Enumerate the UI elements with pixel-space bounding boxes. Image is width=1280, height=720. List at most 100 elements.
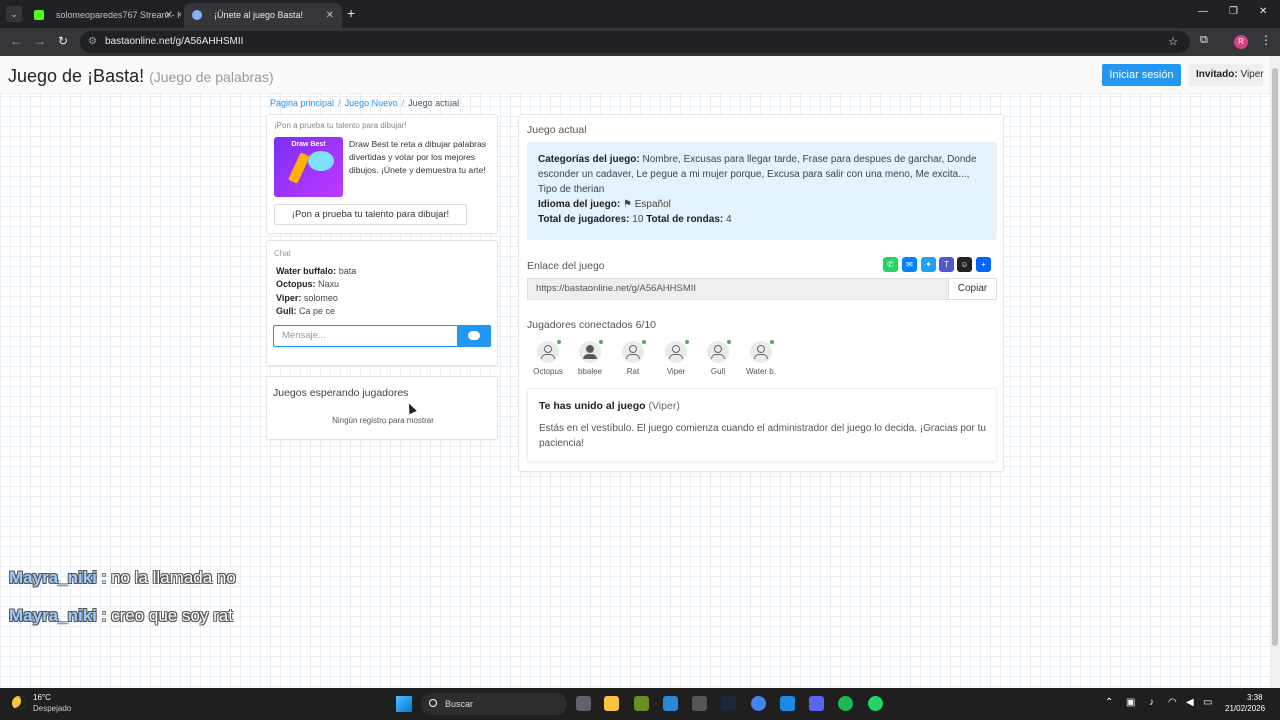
breadcrumb-new-game-link[interactable]: Juego Nuevo — [345, 98, 398, 108]
current-game-heading: Juego actual — [527, 124, 587, 136]
language-line: Idioma del juego: ⚑ Español — [538, 197, 986, 212]
browser-tab-basta[interactable]: ¡Únete al juego Basta! ✕ — [184, 3, 342, 28]
player-name: Octopus — [533, 367, 563, 376]
maximize-icon[interactable]: ❐ — [1229, 6, 1238, 17]
taskbar-search-label: Buscar — [445, 699, 474, 709]
chat-user: Octopus: — [276, 279, 316, 289]
breadcrumb: Página principal / Juego Nuevo / Juego actua… — [270, 98, 459, 108]
reload-icon[interactable]: ↻ — [58, 34, 68, 48]
snapchat-icon[interactable]: ☺ — [957, 257, 972, 272]
whatsapp-taskbar-icon[interactable] — [868, 696, 883, 711]
ad-description: Draw Best te reta a dibujar palabras div… — [349, 139, 487, 175]
categories-line: Categorías del juego: Nombre, Excusas pa… — [538, 152, 986, 197]
browser-tab-stream[interactable]: solomeoparedes767 Stream - K ✕ — [26, 3, 181, 28]
chat-send-button[interactable] — [457, 325, 491, 347]
kick-favicon-icon — [34, 10, 44, 20]
page-scrollbar-thumb[interactable] — [1272, 68, 1278, 646]
extensions-icon[interactable]: ⧉ — [1200, 34, 1208, 47]
windows-taskbar: 16°C Despejado Buscar ⌃ ▣ ♪ ◠ ◀ ▭ 3:38 2… — [0, 688, 1280, 720]
user-icon — [579, 340, 603, 363]
player-avatar: Water b. — [741, 340, 781, 376]
microphone-icon[interactable]: ♪ — [1149, 697, 1154, 708]
chat-text: solomeo — [303, 293, 338, 303]
tab-title: ¡Únete al juego Basta! — [214, 10, 304, 20]
site-header: Juego de ¡Basta! (Juego de palabras) Ini… — [0, 56, 1270, 94]
new-tab-icon[interactable]: + — [347, 5, 355, 21]
chat-card: Chat Water buffalo: bata Octopus: Naxu V… — [266, 240, 498, 366]
steam-icon[interactable] — [721, 696, 736, 711]
site-info-icon[interactable]: ⚙ — [88, 31, 97, 53]
photos-icon[interactable] — [663, 696, 678, 711]
close-tab-icon[interactable]: ✕ — [326, 3, 334, 28]
bookmark-star-icon[interactable]: ☆ — [1168, 31, 1178, 53]
close-tab-icon[interactable]: ✕ — [165, 3, 173, 28]
messenger-icon[interactable]: ✉ — [902, 257, 917, 272]
player-avatar: Gull — [698, 340, 738, 376]
breadcrumb-current: Juego actual — [408, 98, 460, 108]
chat-message: Water buffalo: bata — [276, 266, 356, 276]
players-total-label: Total de jugadores: — [538, 214, 630, 225]
volume-icon[interactable]: ◀ — [1186, 697, 1194, 708]
tab-search-button[interactable]: ⌄ — [6, 6, 22, 22]
stream-chat-overlay-line: Mayra_niki : no la llamada no — [9, 568, 236, 588]
whatsapp-icon[interactable]: ✆ — [883, 257, 898, 272]
tray-chevron-icon[interactable]: ⌃ — [1105, 697, 1113, 708]
weather-condition: Despejado — [33, 704, 72, 713]
draw-best-image[interactable]: Draw Best — [274, 137, 343, 197]
guest-name: Viper — [1240, 69, 1264, 80]
profile-avatar[interactable]: R — [1234, 35, 1248, 49]
back-icon[interactable]: ← — [10, 34, 22, 48]
battery-icon[interactable]: ▭ — [1203, 697, 1212, 708]
moon-icon[interactable] — [12, 696, 26, 710]
file-explorer-icon[interactable] — [604, 696, 619, 711]
chat-user: Viper: — [276, 293, 302, 303]
twitter-icon[interactable]: ✦ — [921, 257, 936, 272]
forward-icon[interactable]: → — [34, 34, 46, 48]
clock-time[interactable]: 3:38 — [1247, 693, 1263, 702]
player-name: bbalee — [577, 367, 603, 376]
player-name: Water b. — [746, 367, 776, 376]
info-app-icon[interactable] — [780, 696, 795, 711]
url-text: bastaonline.net/g/A56AHHSMII — [105, 36, 244, 47]
browser-menu-icon[interactable]: ⋮ — [1260, 33, 1272, 47]
spotify-icon[interactable] — [838, 696, 853, 711]
teams-icon[interactable]: T — [939, 257, 954, 272]
task-view-icon[interactable] — [576, 696, 591, 711]
overlay-user: Mayra_niki — [9, 606, 97, 625]
discord-icon[interactable] — [809, 696, 824, 711]
current-game-card: Juego actual Categorías del juego: Nombr… — [518, 114, 1004, 472]
chat-text: Ca pe ce — [299, 306, 336, 316]
share-plus-icon[interactable]: + — [976, 257, 991, 272]
categories-label: Categorías del juego: — [538, 154, 640, 165]
close-window-icon[interactable]: ✕ — [1259, 6, 1267, 17]
wifi-icon[interactable]: ◠ — [1168, 697, 1177, 708]
breadcrumb-home-link[interactable]: Página principal — [270, 98, 334, 108]
login-button[interactable]: Iniciar sesión — [1102, 64, 1181, 86]
app-icon[interactable] — [692, 696, 707, 711]
chat-message-input[interactable]: Mensaje... — [273, 325, 458, 347]
joined-title-text: Te has unido al juego — [539, 400, 646, 412]
chrome-icon[interactable] — [751, 696, 766, 711]
online-indicator — [557, 340, 561, 344]
minecraft-icon[interactable] — [634, 696, 649, 711]
user-icon — [622, 340, 646, 363]
search-icon — [429, 699, 437, 707]
clock-date[interactable]: 21/02/2026 — [1225, 704, 1265, 713]
game-link-field[interactable]: https://bastaonline.net/g/A56AHHSMII — [527, 278, 949, 300]
guest-label: Invitado: — [1196, 69, 1238, 80]
title-text: Juego de ¡Basta! — [8, 66, 145, 86]
language-value: Español — [634, 199, 671, 210]
windows-start-icon[interactable] — [396, 696, 412, 712]
tray-app-icon[interactable]: ▣ — [1126, 697, 1135, 708]
connected-players-heading: Jugadores conectados 6/10 — [527, 319, 657, 331]
ad-cta-button[interactable]: ¡Pon a prueba tu talento para dibujar! — [274, 204, 467, 225]
address-bar[interactable]: ⚙ bastaonline.net/g/A56AHHSMII ☆ — [80, 31, 1190, 53]
overlay-user: Mayra_niki — [9, 568, 97, 587]
overlay-text: : no la llamada no — [101, 568, 236, 587]
copy-link-button[interactable]: Copiar — [948, 278, 997, 300]
taskbar-search[interactable]: Buscar — [421, 693, 567, 715]
minimize-icon[interactable]: — — [1198, 6, 1208, 17]
overlay-text: : creo que soy rat — [101, 606, 233, 625]
breadcrumb-separator: / — [338, 98, 341, 108]
breadcrumb-separator: / — [401, 98, 405, 108]
